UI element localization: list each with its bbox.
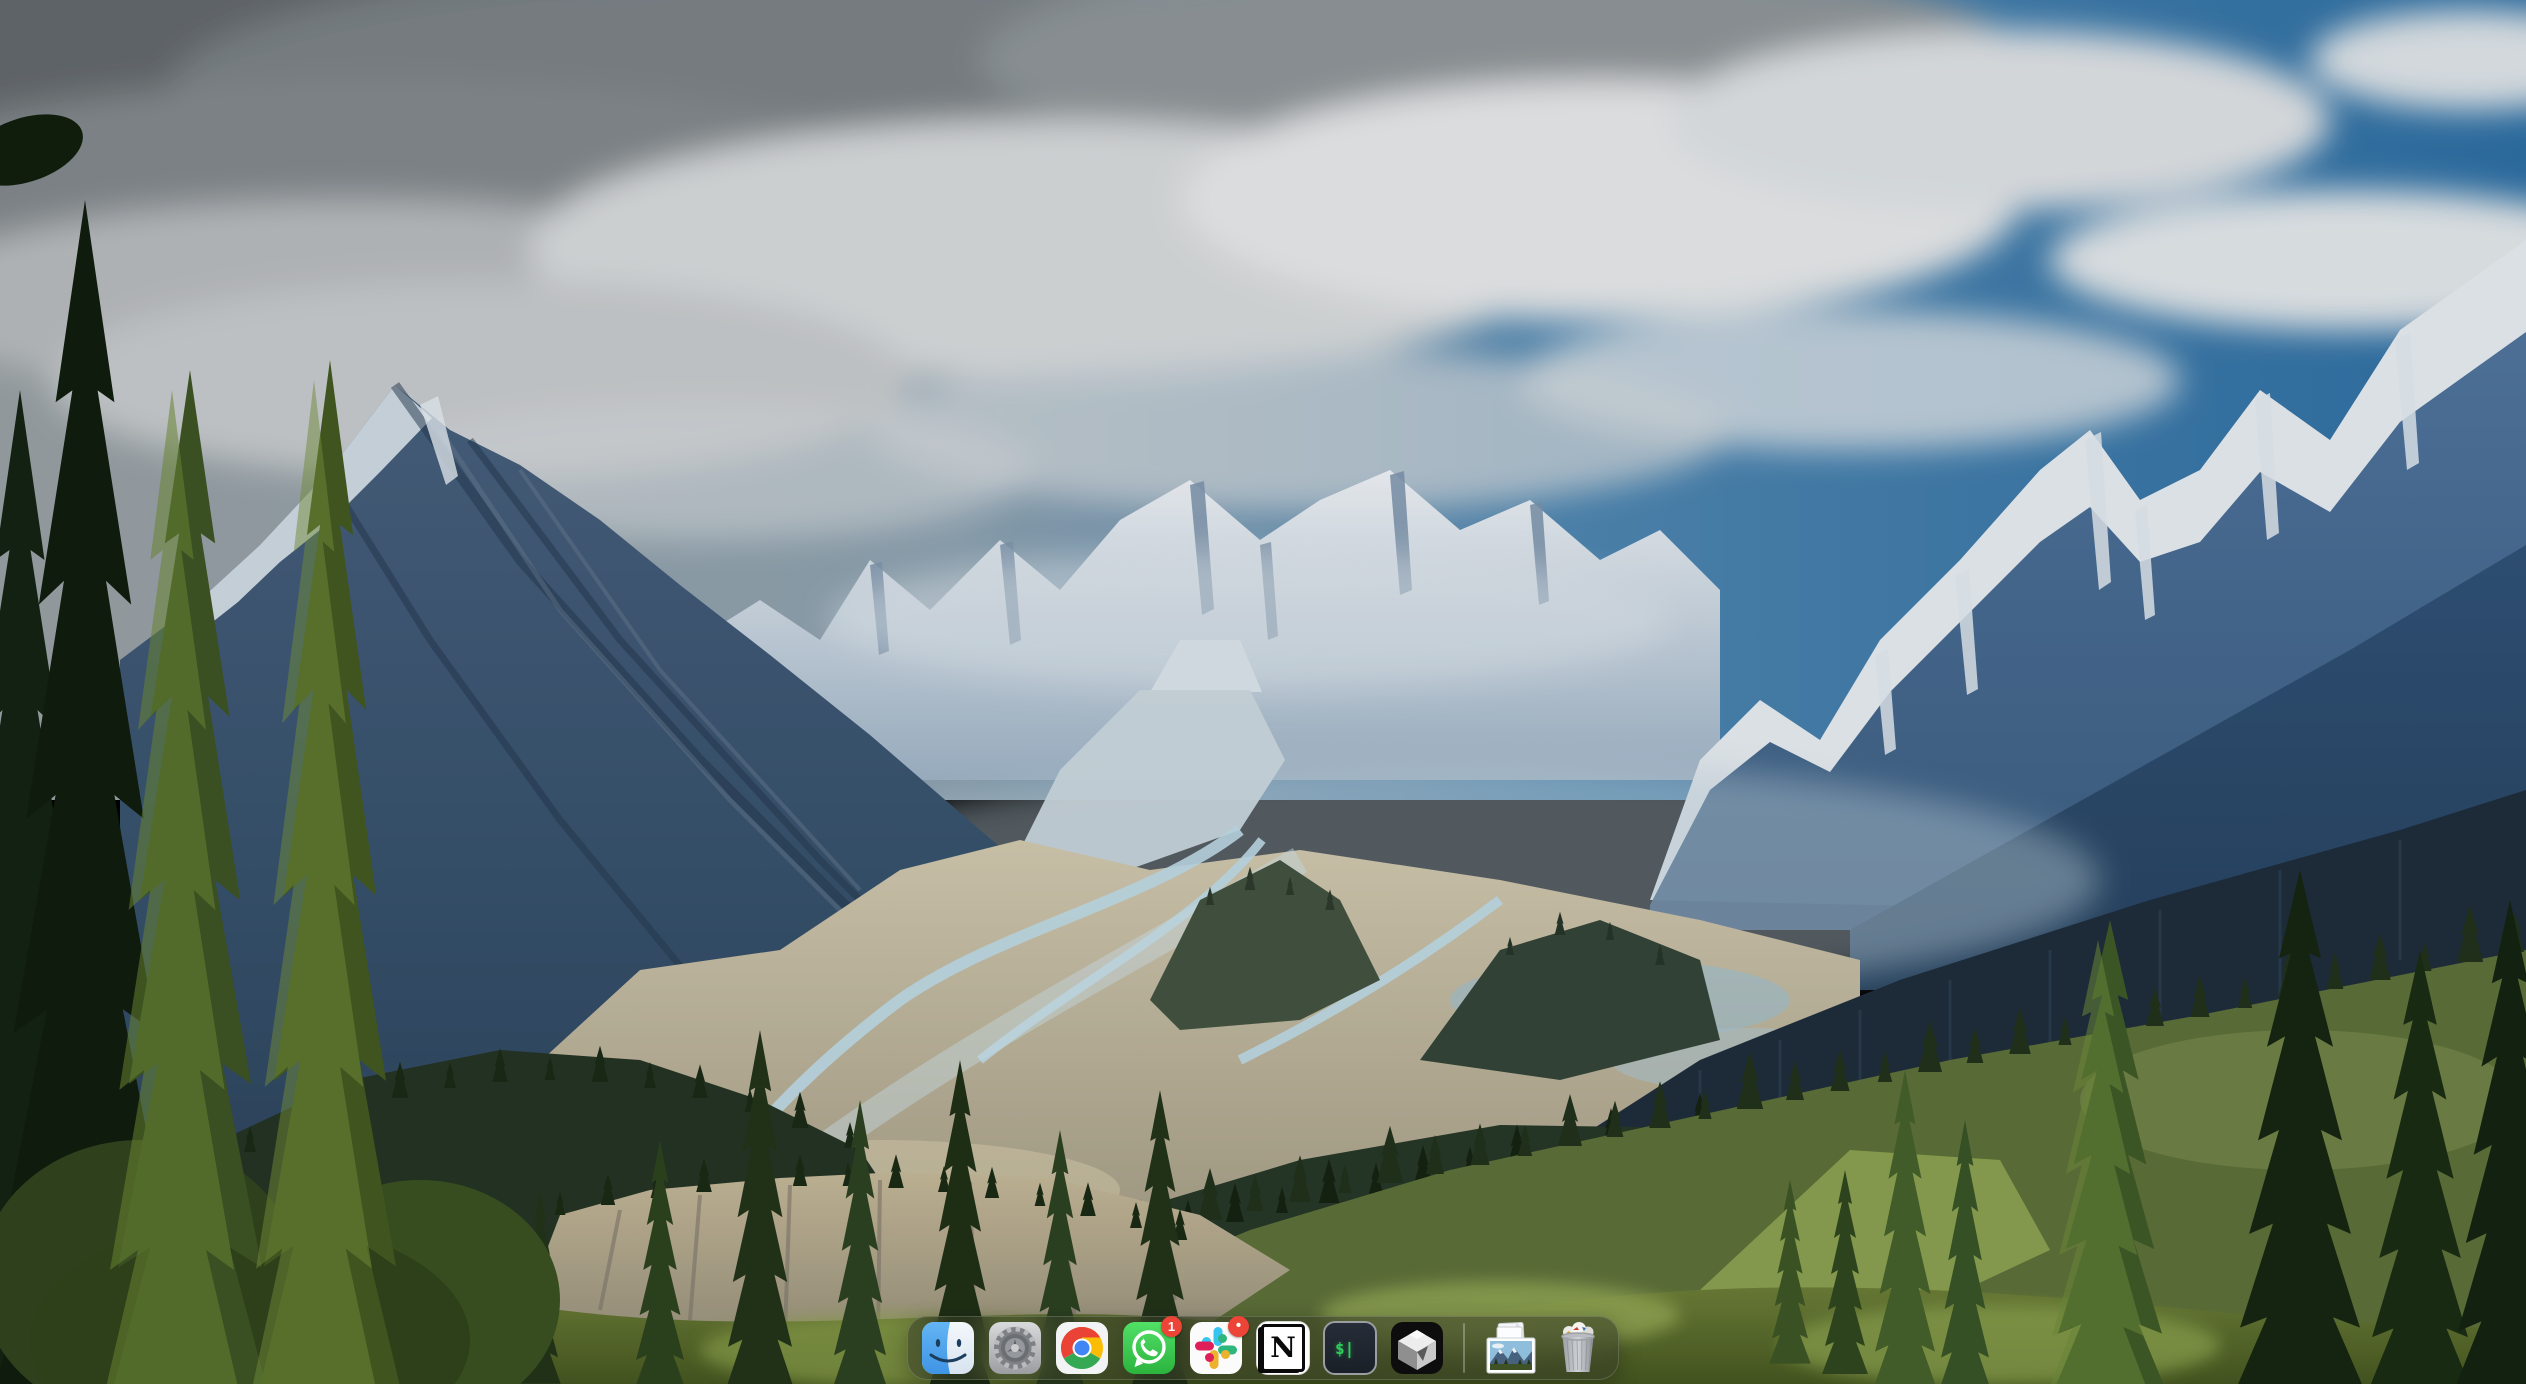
dock: 1 • N $| [907, 1316, 1619, 1380]
dock-separator [1463, 1323, 1465, 1373]
vignette [0, 0, 2526, 1384]
wallpaper-mountain-landscape [0, 0, 2526, 1384]
system-settings-icon[interactable] [988, 1321, 1042, 1375]
trash-full-icon[interactable] [1551, 1321, 1605, 1375]
terminal-icon[interactable]: $| [1323, 1321, 1377, 1375]
terminal-tile: $| [1323, 1321, 1377, 1375]
cube-app-icon[interactable] [1390, 1321, 1444, 1375]
slack-icon[interactable]: • [1189, 1321, 1243, 1375]
slack-notification-badge: • [1228, 1316, 1249, 1337]
desktop: 1 • N $| [0, 0, 2526, 1384]
notion-tile: N [1256, 1321, 1310, 1375]
whatsapp-notification-badge: 1 [1161, 1316, 1182, 1337]
finder-icon[interactable] [921, 1321, 975, 1375]
screenshot-file-icon[interactable] [1484, 1321, 1538, 1375]
notion-frame: N [1261, 1324, 1305, 1372]
whatsapp-icon[interactable]: 1 [1122, 1321, 1176, 1375]
notion-icon[interactable]: N [1256, 1321, 1310, 1375]
terminal-prompt: $| [1325, 1339, 1354, 1358]
chrome-icon[interactable] [1055, 1321, 1109, 1375]
notion-letter: N [1270, 1334, 1296, 1362]
